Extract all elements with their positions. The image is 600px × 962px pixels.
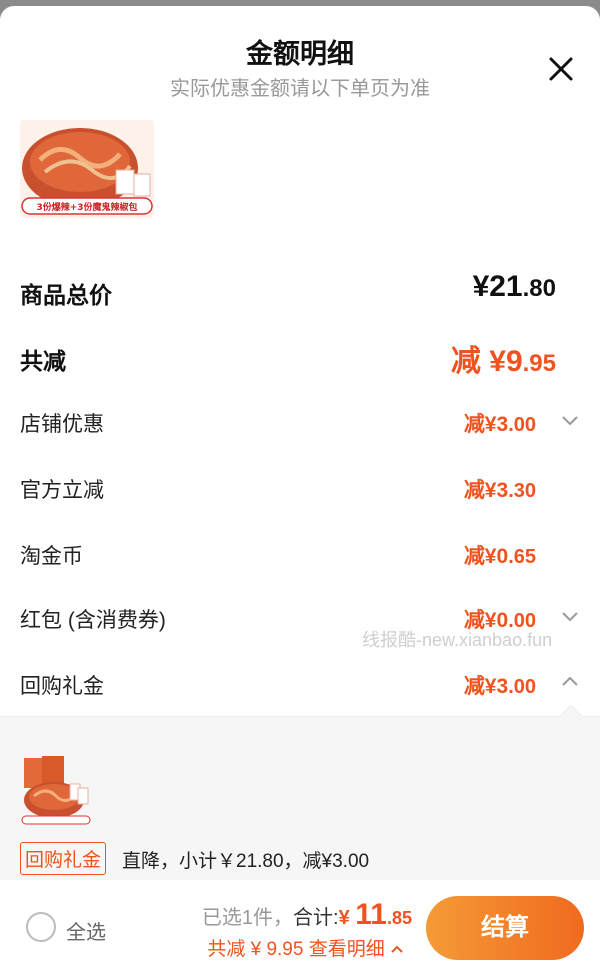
total-price-label: 商品总价	[20, 282, 112, 308]
product-image: 3份爆辣+3份魔鬼辣椒包	[20, 120, 154, 218]
total-discount-value: 减 ¥9.95	[450, 345, 556, 378]
amount-detail-sheet: 金额明细 实际优惠金额请以下单页为准 3份爆辣+3份魔鬼辣椒包 商品总价 ¥21…	[0, 6, 600, 962]
close-icon	[549, 57, 573, 81]
checkout-button[interactable]: 结算	[426, 896, 584, 960]
sheet-title: 金额明细	[246, 39, 354, 69]
total-price-value: ¥21.80	[472, 270, 556, 303]
footer-summary: 已选1件，合计:¥ 11.85	[201, 898, 412, 931]
chevron-up-icon	[562, 676, 578, 686]
product-thumbnail	[20, 754, 92, 826]
select-all-radio[interactable]	[26, 912, 56, 942]
footer-total-amount: ¥ 11.85	[338, 898, 412, 931]
repurchase-tag: 回购礼金	[20, 842, 107, 875]
total-price-row: 商品总价 ¥21.80	[20, 270, 580, 312]
chevron-down-icon	[562, 416, 578, 426]
sheet-subtitle: 实际优惠金额请以下单页为准	[170, 78, 430, 100]
close-button[interactable]	[544, 52, 578, 86]
discount-row-official: 官方立减 减¥3.30	[20, 479, 536, 502]
view-details-link[interactable]: 共减 ¥ 9.95 查看明细	[207, 934, 404, 961]
discount-row-repurchase[interactable]: 回购礼金 减¥3.00	[20, 666, 580, 706]
discount-row-store[interactable]: 店铺优惠 减¥3.00	[20, 404, 580, 444]
total-discount-label: 共减	[20, 348, 66, 374]
select-all-label[interactable]: 全选	[66, 916, 106, 945]
product-image-caption: 3份爆辣+3份魔鬼辣椒包	[36, 201, 137, 213]
total-discount-row: 共减 减 ¥9.95	[20, 338, 580, 378]
checkout-footer: 全选 已选1件，合计:¥ 11.85 共减 ¥ 9.95 查看明细 结算	[0, 880, 600, 962]
watermark: 线报酷-new.xianbao.fun	[362, 630, 553, 650]
chevron-up-icon	[391, 945, 403, 953]
chevron-down-icon	[562, 612, 578, 622]
repurchase-description: 直降，小计￥21.80，减¥3.00	[122, 851, 370, 872]
discount-row-coins: 淘金币 减¥0.65	[20, 545, 536, 568]
